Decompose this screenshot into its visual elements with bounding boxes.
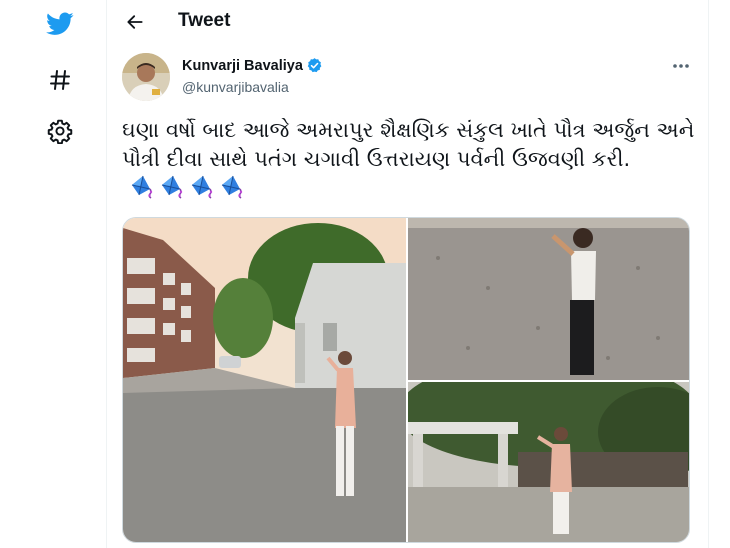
twitter-bird-icon[interactable] xyxy=(44,8,76,40)
author-handle[interactable]: @kunvarjibavalia xyxy=(182,79,289,95)
verified-badge-icon xyxy=(307,58,322,73)
kite-emoji-icon xyxy=(221,175,243,199)
photo-man-flying-kite-courtyard[interactable] xyxy=(123,218,406,542)
back-arrow-icon[interactable] xyxy=(119,6,151,38)
settings-gear-icon[interactable] xyxy=(44,115,76,147)
column-divider-right xyxy=(708,0,709,548)
author-name[interactable]: Kunvarji Bavaliya xyxy=(182,57,323,74)
tweet-body: ઘણા વર્ષો બાદ આજે અમરાપુર શૈક્ષણિક સંકુલ… xyxy=(122,118,695,171)
kite-emoji-icon xyxy=(131,175,153,199)
tweet-header: Tweet xyxy=(107,0,708,44)
kite-emoji-icon xyxy=(191,175,213,199)
tweet-text: ઘણા વર્ષો બાદ આજે અમરાપુર શૈક્ષણિક સંકુલ… xyxy=(122,116,697,203)
kite-emoji-icon xyxy=(161,175,183,199)
left-navigation xyxy=(0,0,106,548)
page-title: Tweet xyxy=(178,10,231,31)
photo-man-flying-kite-trees[interactable] xyxy=(408,382,689,542)
more-options-icon[interactable] xyxy=(668,56,694,76)
column-divider xyxy=(106,0,107,548)
kite-emoji-group xyxy=(130,175,246,199)
hashtag-icon[interactable] xyxy=(44,64,76,96)
author-avatar[interactable] xyxy=(122,53,170,101)
photo-boy-flying-kite[interactable] xyxy=(408,218,689,380)
tweet-media-grid xyxy=(122,217,690,543)
author-name-text[interactable]: Kunvarji Bavaliya xyxy=(182,58,303,74)
